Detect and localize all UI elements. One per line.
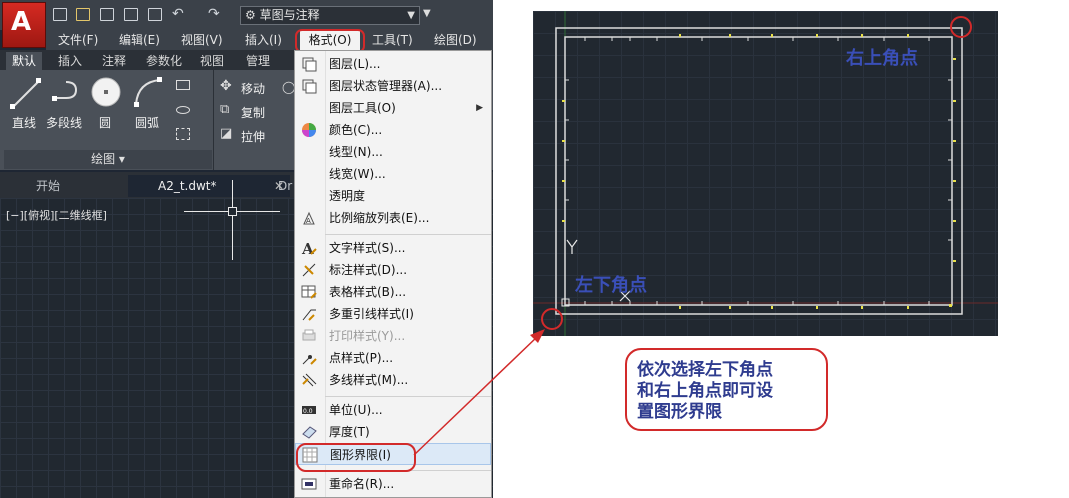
annotation-overlay xyxy=(413,11,998,456)
pointer-arrow-line xyxy=(413,335,539,456)
callout-line-1: 依次选择左下角点 xyxy=(637,360,773,380)
side-yellow-marks xyxy=(562,58,956,262)
inner-frame xyxy=(564,36,953,306)
ucs-y-icon xyxy=(566,239,578,254)
side-tick-marks xyxy=(565,79,952,241)
upper-right-label: 右上角点 xyxy=(846,48,918,69)
lower-left-label: 左下角点 xyxy=(575,275,647,296)
lower-left-point-marker xyxy=(541,308,563,330)
callout-line-3: 置图形界限 xyxy=(637,402,722,422)
upper-right-point-marker xyxy=(950,16,972,38)
callout-line-2: 和右上角点即可设 xyxy=(637,381,773,401)
instruction-callout: 依次选择左下角点 和右上角点即可设 置图形界限 xyxy=(625,348,828,431)
